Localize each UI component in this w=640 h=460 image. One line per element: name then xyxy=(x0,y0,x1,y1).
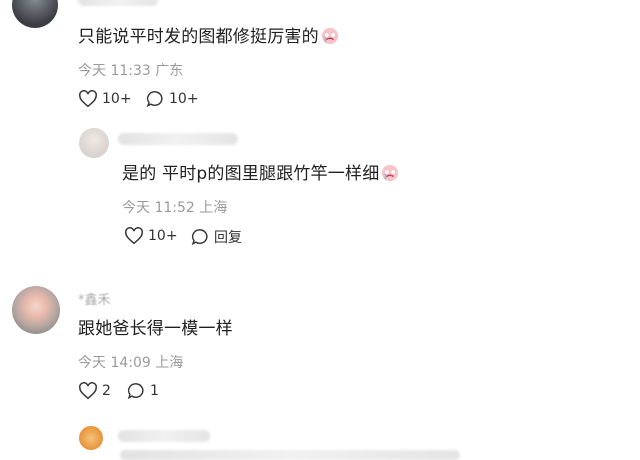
comment-bubble-icon xyxy=(127,383,144,400)
timestamp: 今天 11:33 xyxy=(78,63,151,79)
reply-count: 1 xyxy=(150,383,159,399)
reply-label: 回复 xyxy=(214,230,242,246)
like-count: 10+ xyxy=(102,91,132,107)
avatar[interactable] xyxy=(12,286,60,334)
comment-text: 是的 平时p的图里腿跟竹竿一样细 xyxy=(122,164,399,184)
comment-bubble-icon xyxy=(191,229,208,246)
reply-count: 10+ xyxy=(169,91,199,107)
reply-button[interactable]: 10+ xyxy=(146,90,199,108)
crying-face-icon xyxy=(381,164,399,182)
reply-button[interactable]: 回复 xyxy=(191,227,242,247)
username[interactable]: *鑫禾 xyxy=(78,289,111,308)
like-button[interactable]: 10+ xyxy=(124,227,178,245)
crying-face-icon xyxy=(321,27,339,45)
heart-icon xyxy=(125,227,143,245)
heart-icon xyxy=(79,90,97,108)
like-count: 10+ xyxy=(148,228,178,244)
like-button[interactable]: 2 xyxy=(78,382,111,400)
avatar[interactable] xyxy=(12,0,58,28)
comment-meta: 今天 11:52 上海 xyxy=(122,197,227,217)
heart-icon xyxy=(79,382,97,400)
timestamp: 今天 11:52 xyxy=(122,200,195,216)
comment-text-content: 是的 平时p的图里腿跟竹竿一样细 xyxy=(122,164,380,184)
username-blurred[interactable] xyxy=(78,0,158,6)
comment-text: 跟她爸长得一模一样 xyxy=(78,319,233,339)
comment-meta: 今天 11:33 广东 xyxy=(78,60,183,80)
comment-text: 只能说平时发的图都修挺厉害的 xyxy=(78,27,339,47)
avatar[interactable] xyxy=(79,426,103,450)
comment-text-blurred xyxy=(120,450,460,460)
comment-meta: 今天 14:09 上海 xyxy=(78,352,183,372)
location: 上海 xyxy=(199,200,228,216)
username-blurred[interactable] xyxy=(118,133,238,145)
like-count: 2 xyxy=(102,383,111,399)
avatar[interactable] xyxy=(79,128,109,158)
reply-button[interactable]: 1 xyxy=(127,382,159,400)
timestamp: 今天 14:09 xyxy=(78,355,151,371)
location: 上海 xyxy=(155,355,184,371)
username-blurred[interactable] xyxy=(118,430,210,442)
like-button[interactable]: 10+ xyxy=(78,90,132,108)
comment-bubble-icon xyxy=(146,91,163,108)
location: 广东 xyxy=(155,63,184,79)
comment-text-content: 只能说平时发的图都修挺厉害的 xyxy=(78,27,319,47)
